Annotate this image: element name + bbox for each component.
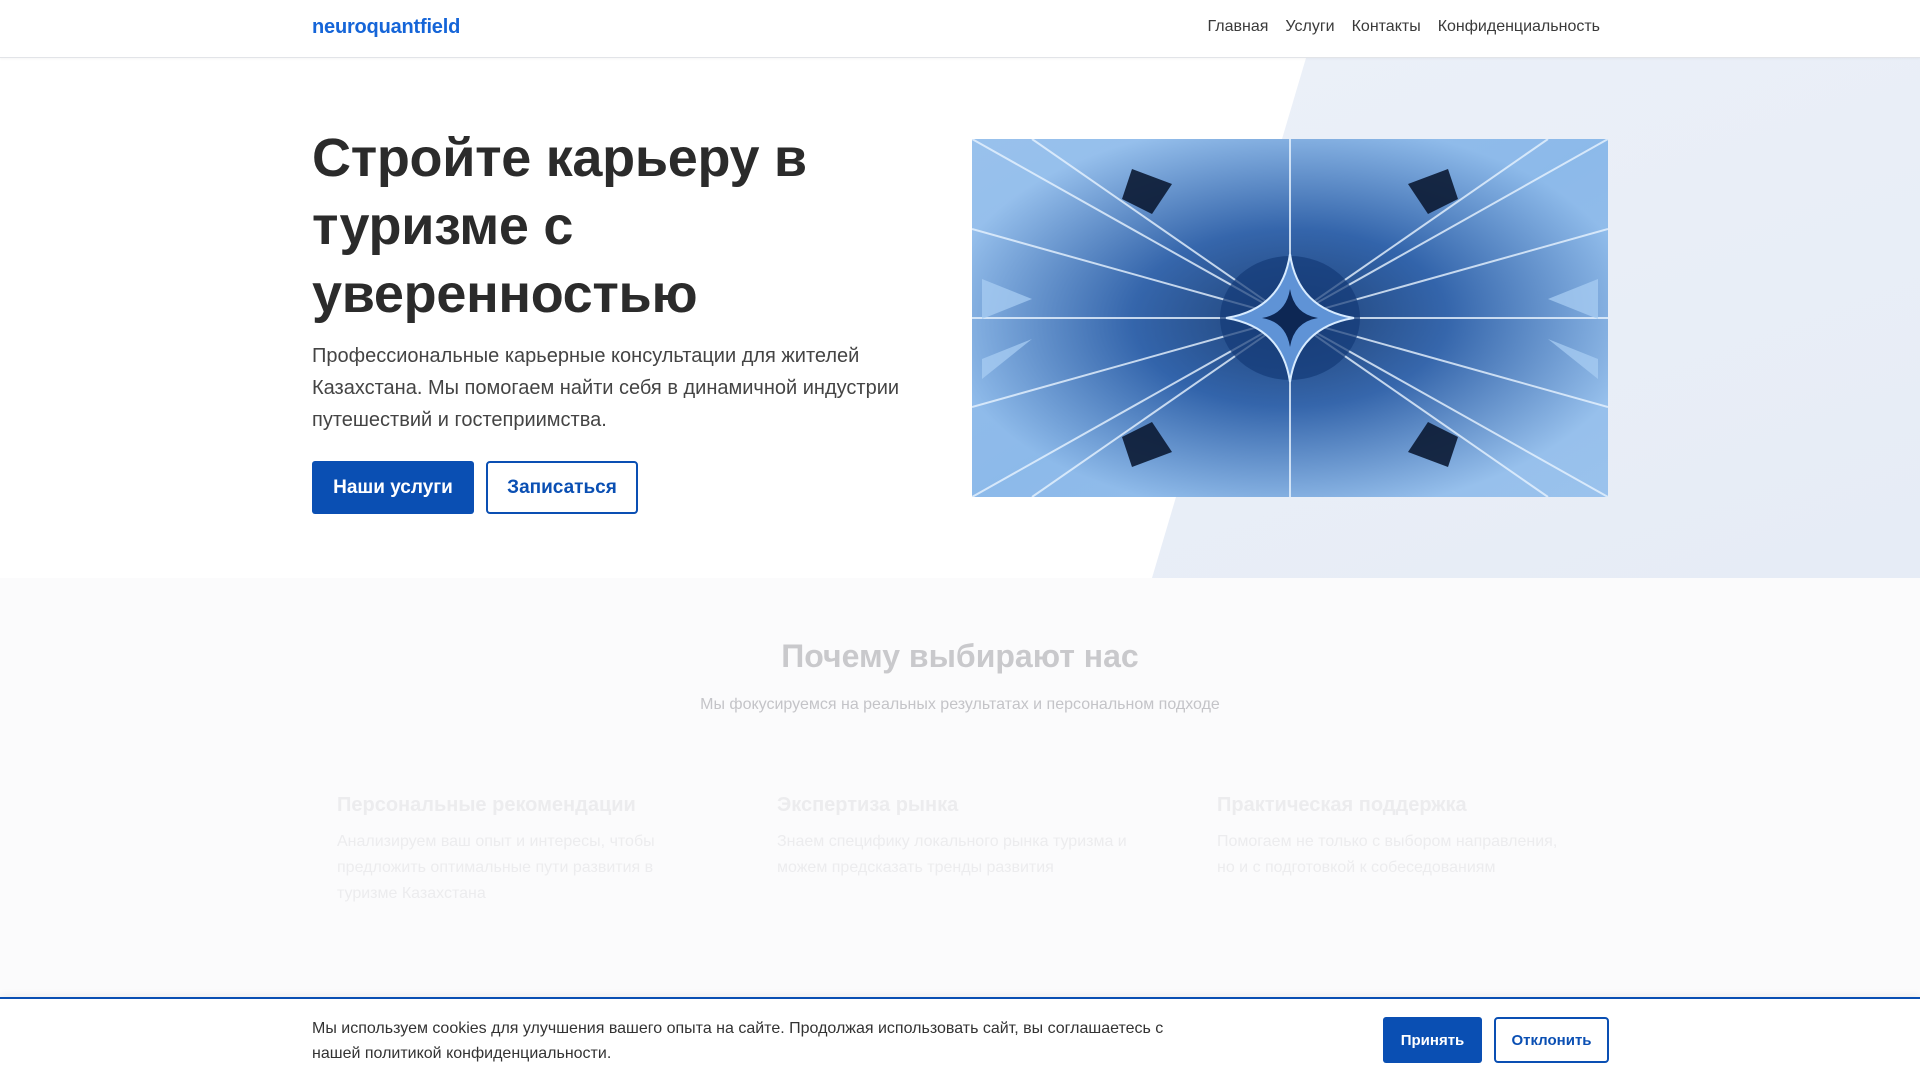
- cookie-message: Мы используем cookies для улучшения ваше…: [312, 1020, 1164, 1062]
- feature-card: Практическая поддержка Помогаем не тольк…: [1217, 794, 1567, 881]
- why-title: Почему выбирают нас: [781, 638, 1139, 674]
- why-subtitle: Мы фокусируемся на реальных результатах …: [700, 696, 1220, 713]
- site-header: neuroquantfield Главная Услуги Контакты …: [0, 0, 1920, 58]
- hero-section: [0, 58, 1920, 578]
- feature-title: Экспертиза рынка: [777, 794, 959, 816]
- cookie-accept-button[interactable]: Принять: [1383, 1017, 1482, 1063]
- feature-card: Персональные рекомендации Анализируем ва…: [337, 794, 687, 907]
- feature-text: Помогаем не только с выбором направления…: [1217, 833, 1558, 876]
- signup-button[interactable]: Записаться: [486, 461, 638, 514]
- nav-link-home[interactable]: Главная: [1207, 18, 1268, 36]
- site-logo[interactable]: neuroquantfield: [312, 16, 460, 39]
- hero-image: [972, 139, 1608, 497]
- feature-text: Знаем специфику локального рынка туризма…: [777, 833, 1127, 876]
- cookie-banner: Мы используем cookies для улучшения ваше…: [0, 997, 1920, 1080]
- hero-title: Стройте карьеру в туризме с уверенностью: [312, 128, 807, 324]
- cookie-decline-button[interactable]: Отклонить: [1494, 1017, 1609, 1063]
- nav-link-privacy[interactable]: Конфиденциальность: [1438, 18, 1600, 36]
- nav-link-services[interactable]: Услуги: [1285, 18, 1334, 36]
- main-nav: Главная Услуги Контакты Конфиденциальнос…: [1207, 18, 1600, 36]
- feature-title: Персональные рекомендации: [337, 794, 636, 816]
- why-section: Почему выбирают нас Мы фокусируемся на р…: [0, 578, 1920, 998]
- feature-card: Экспертиза рынка Знаем специфику локальн…: [777, 794, 1127, 881]
- feature-text: Анализируем ваш опыт и интересы, чтобы п…: [337, 833, 655, 902]
- hero-accent-shape: [1152, 58, 1920, 578]
- services-button[interactable]: Наши услуги: [312, 461, 474, 514]
- hero-subtitle: Профессиональные карьерные консультации …: [312, 345, 900, 431]
- nav-link-contacts[interactable]: Контакты: [1352, 18, 1421, 36]
- feature-title: Практическая поддержка: [1217, 794, 1467, 816]
